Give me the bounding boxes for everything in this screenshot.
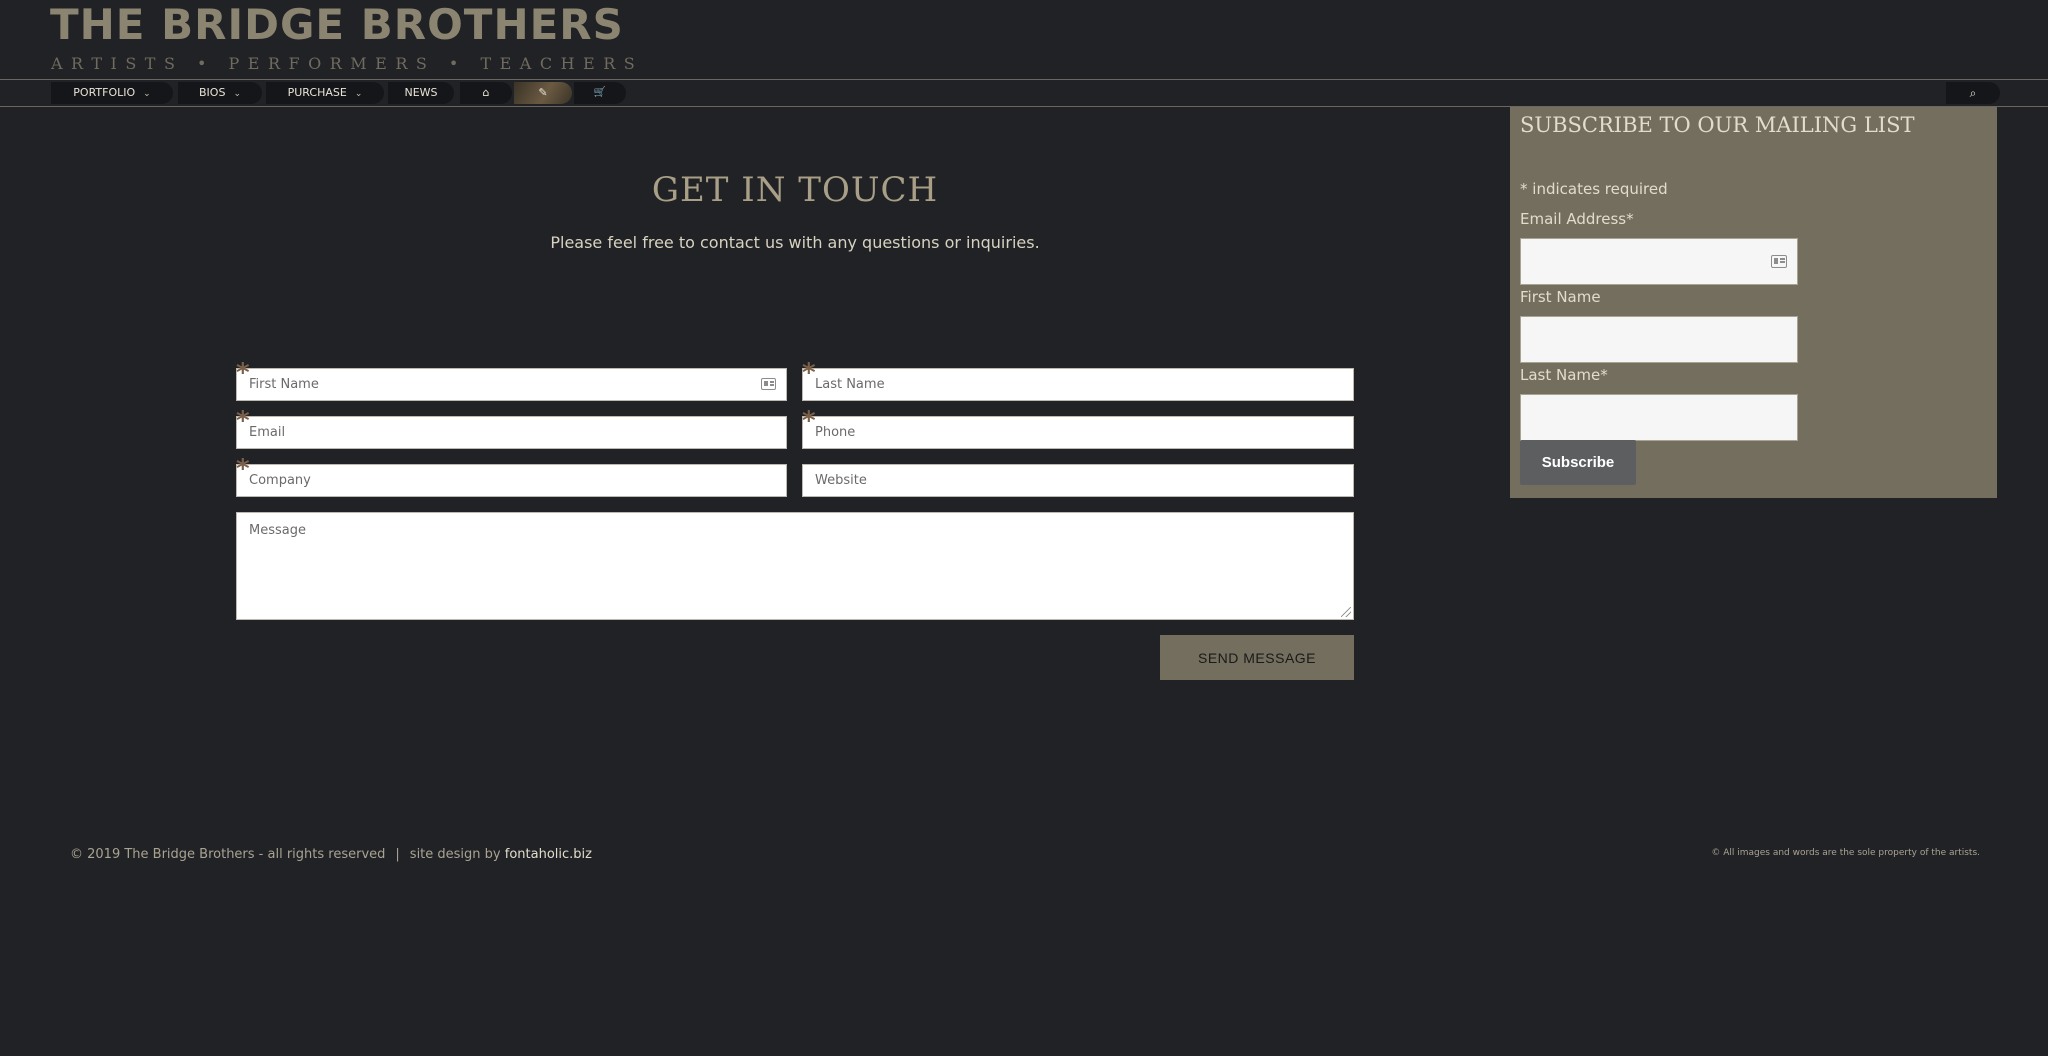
message-field[interactable]	[236, 512, 1354, 620]
nav-item-label: BIOS	[199, 86, 226, 99]
last-name-input[interactable]	[803, 369, 1353, 400]
company-input[interactable]	[237, 465, 786, 496]
website-field[interactable]	[802, 464, 1354, 497]
phone-field[interactable]: *	[802, 408, 1354, 449]
email-address-label-text: Email Address	[1520, 210, 1627, 228]
mailing-list-title: SUBSCRIBE TO OUR MAILING LIST	[1520, 113, 1915, 137]
mailing-last-name-field[interactable]	[1520, 394, 1798, 441]
mailing-first-name-input[interactable]	[1521, 317, 1797, 362]
main-nav: PORTFOLIO ⌄ BIOS ⌄ PURCHASE ⌄ NEWS ⌂ ✎ 🛒 ⌕	[0, 79, 2048, 107]
nav-item-pencil[interactable]: ✎	[514, 82, 572, 104]
home-icon: ⌂	[482, 86, 490, 99]
nav-item-label: NEWS	[404, 86, 438, 99]
required-asterisk: *	[1600, 366, 1608, 384]
pencil-icon: ✎	[538, 86, 548, 99]
designer-link[interactable]: fontaholic.biz	[505, 847, 592, 862]
first-name-input[interactable]	[237, 369, 786, 400]
nav-item-label: PURCHASE	[287, 86, 347, 99]
message-textarea[interactable]	[237, 513, 1353, 619]
email-address-label: Email Address*	[1520, 210, 1634, 228]
required-note-text: indicates required	[1532, 180, 1668, 198]
nav-item-cart[interactable]: 🛒	[574, 82, 626, 104]
contact-intro: Please feel free to contact us with any …	[550, 233, 1040, 252]
chevron-down-icon: ⌄	[143, 89, 151, 99]
nav-item-portfolio[interactable]: PORTFOLIO ⌄	[51, 82, 173, 104]
mailing-last-name-input[interactable]	[1521, 395, 1797, 440]
site-tagline: ARTISTS • PERFORMERS • TEACHERS	[51, 54, 644, 73]
contact-heading: GET IN TOUCH	[651, 170, 939, 210]
phone-input[interactable]	[803, 417, 1353, 448]
email-field[interactable]: *	[236, 408, 787, 449]
mailing-email-field[interactable]	[1520, 238, 1798, 285]
last-name-field[interactable]: *	[802, 360, 1354, 401]
mailing-last-name-label: Last Name*	[1520, 366, 1608, 384]
resize-handle[interactable]	[1341, 607, 1351, 617]
subscribe-button[interactable]: Subscribe	[1520, 440, 1636, 485]
search-button[interactable]: ⌕	[1946, 82, 2000, 104]
send-message-button[interactable]: SEND MESSAGE	[1160, 635, 1354, 680]
nav-item-label: PORTFOLIO	[73, 86, 136, 99]
footer-credits: © 2019 The Bridge Brothers - all rights …	[70, 847, 592, 862]
rights-note: © All images and words are the sole prop…	[1711, 848, 1980, 858]
copyright-text: © 2019 The Bridge Brothers - all rights …	[70, 847, 386, 862]
required-asterisk: *	[236, 454, 250, 484]
cart-icon: 🛒	[593, 87, 607, 98]
footer-separator: |	[395, 847, 400, 862]
contact-card-icon[interactable]	[1771, 255, 1787, 268]
required-note: * indicates required	[1520, 180, 1668, 198]
required-asterisk: *	[802, 358, 816, 388]
nav-item-purchase[interactable]: PURCHASE ⌄	[266, 82, 384, 104]
first-name-field[interactable]: *	[236, 360, 787, 401]
mailing-email-input[interactable]	[1521, 239, 1797, 284]
required-asterisk: *	[1626, 210, 1634, 228]
required-asterisk: *	[802, 406, 816, 436]
credit-prefix: site design by	[409, 847, 501, 862]
mailing-list-panel: SUBSCRIBE TO OUR MAILING LIST * indicate…	[1510, 107, 1997, 498]
email-input[interactable]	[237, 417, 786, 448]
required-asterisk: *	[236, 406, 250, 436]
company-field[interactable]: *	[236, 456, 787, 497]
search-icon: ⌕	[1969, 86, 1977, 100]
required-asterisk: *	[236, 358, 250, 388]
nav-item-bios[interactable]: BIOS ⌄	[178, 82, 262, 104]
mailing-last-name-label-text: Last Name	[1520, 366, 1601, 384]
website-input[interactable]	[803, 465, 1353, 496]
mailing-first-name-field[interactable]	[1520, 316, 1798, 363]
nav-item-news[interactable]: NEWS	[388, 82, 454, 104]
contact-card-icon[interactable]	[761, 378, 776, 390]
required-asterisk: *	[1520, 180, 1528, 198]
mailing-first-name-label: First Name	[1520, 288, 1601, 306]
nav-item-home[interactable]: ⌂	[460, 82, 512, 104]
chevron-down-icon: ⌄	[233, 89, 241, 99]
chevron-down-icon: ⌄	[354, 89, 363, 99]
site-title[interactable]: THE BRIDGE BROTHERS	[50, 0, 624, 50]
